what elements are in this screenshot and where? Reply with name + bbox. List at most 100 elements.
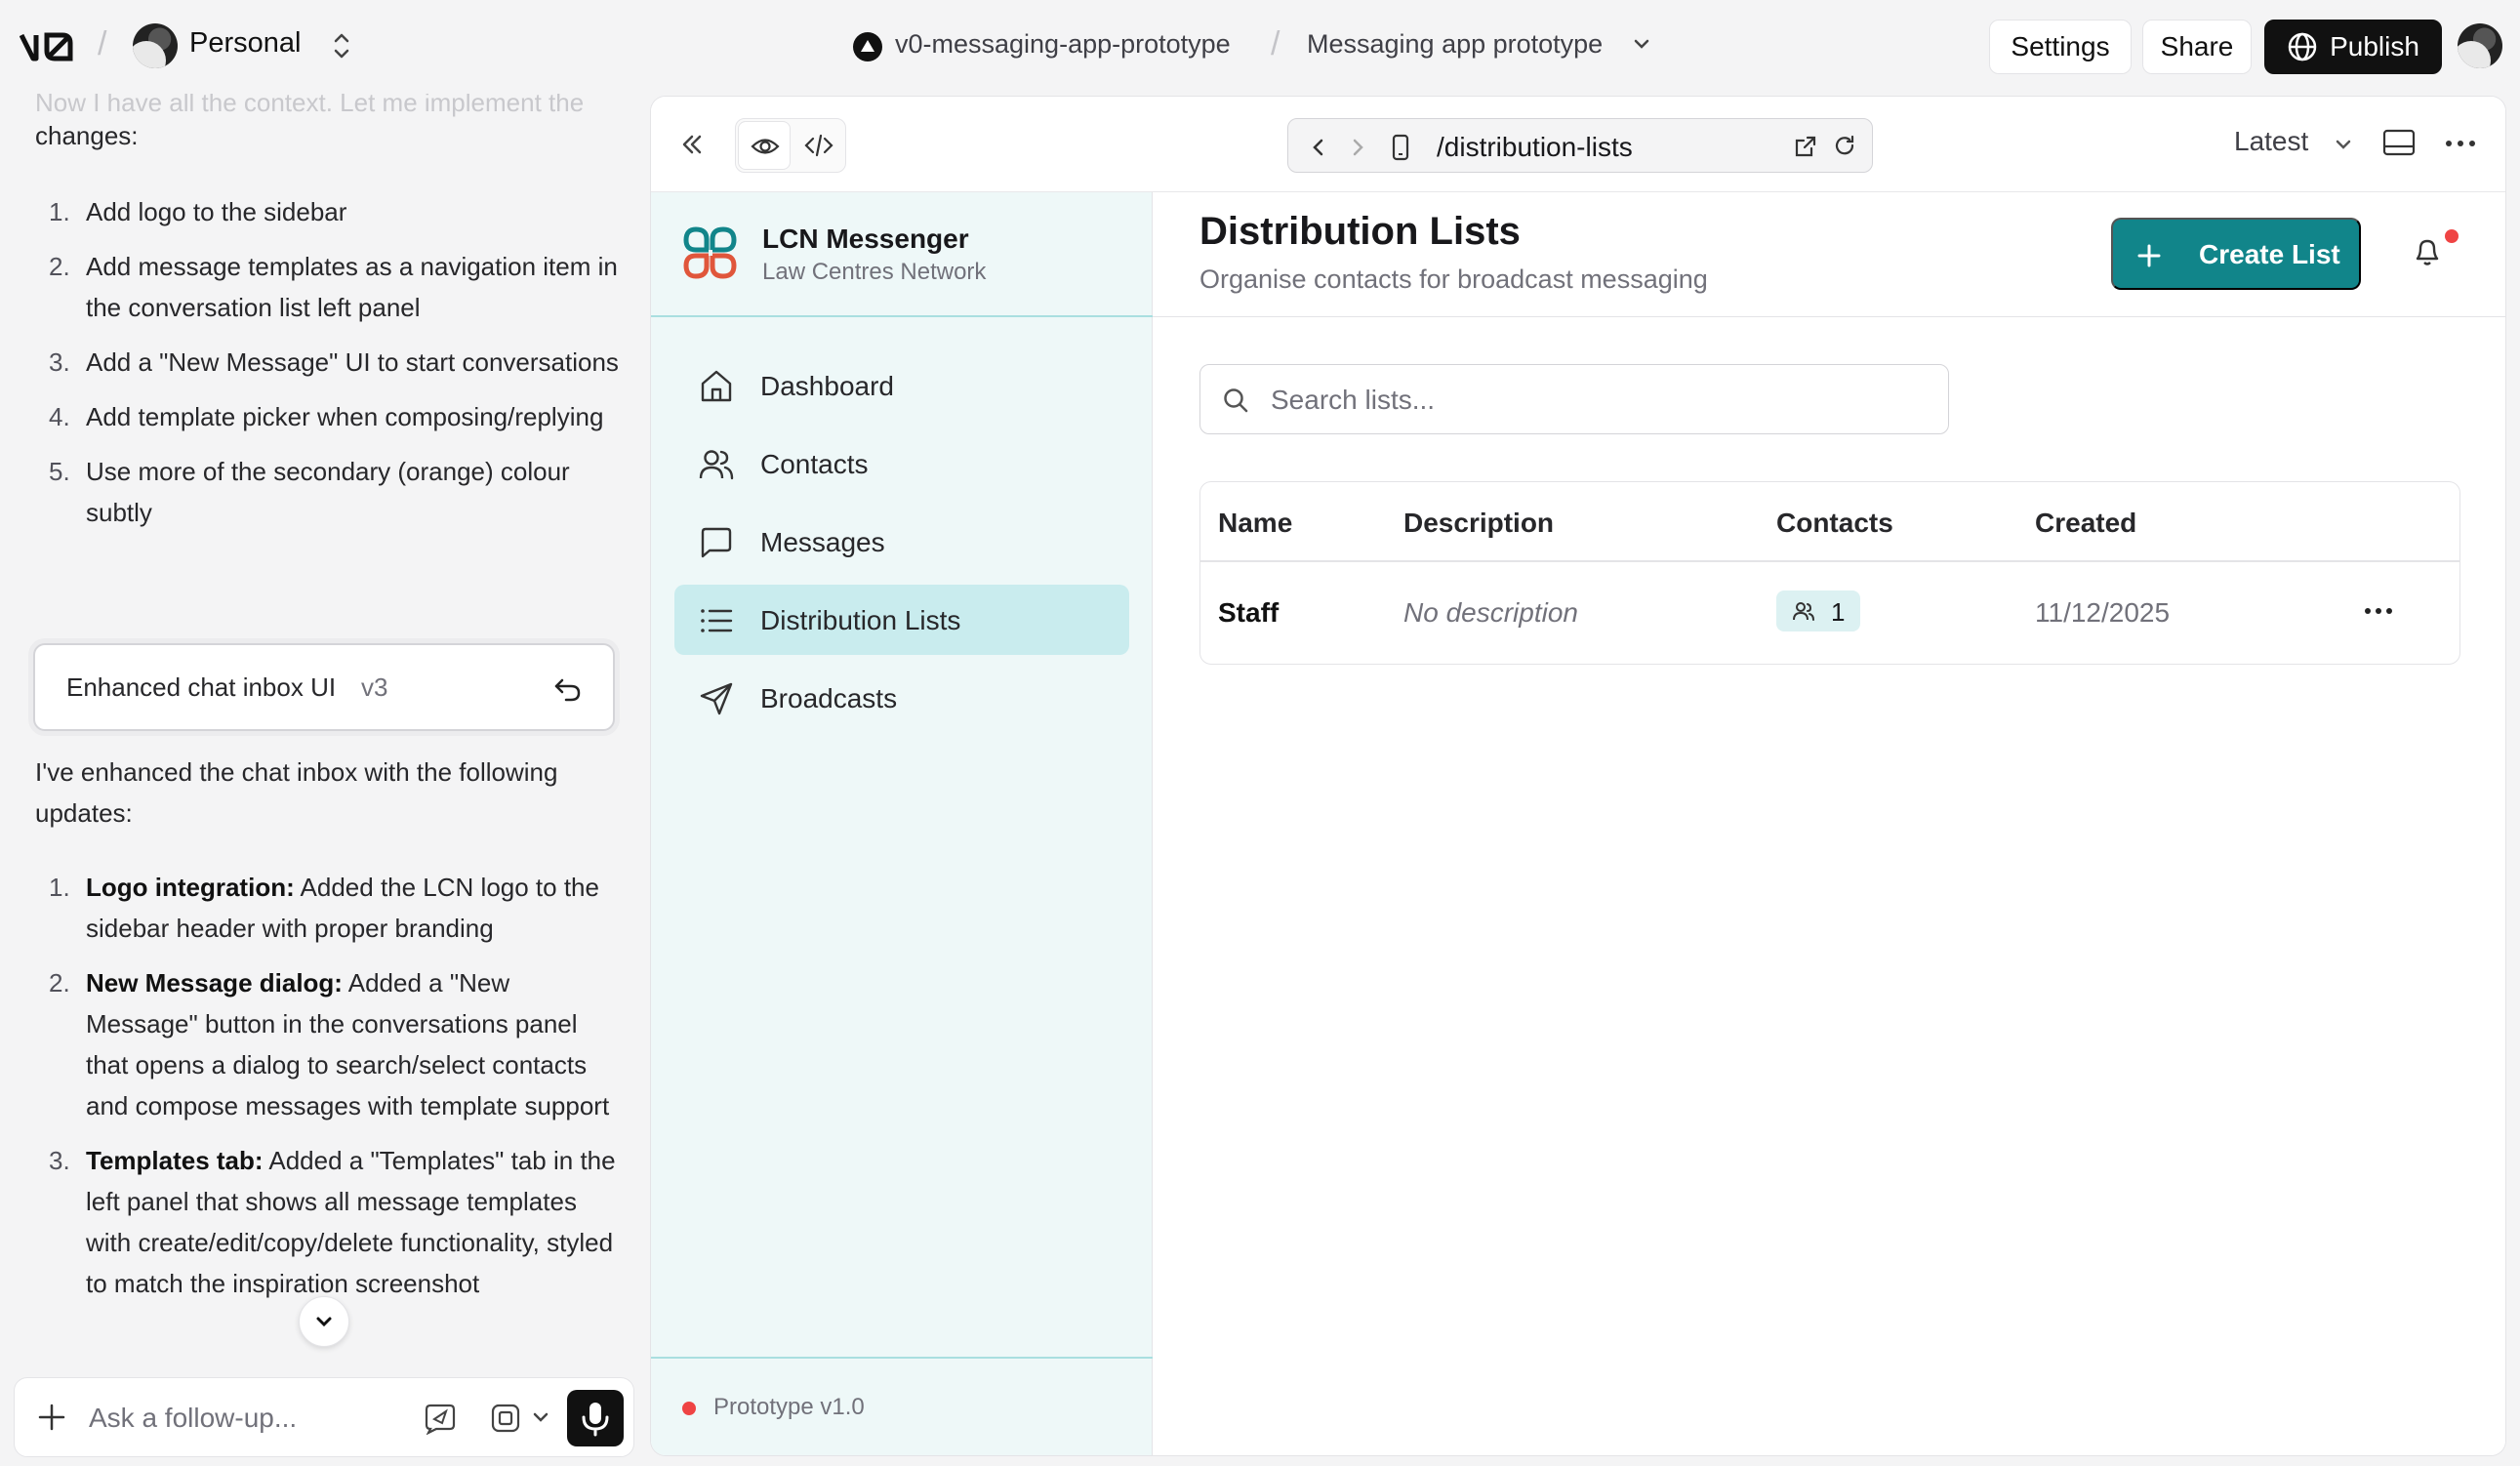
list-item: 5. Use more of the secondary (orange) col… xyxy=(49,457,570,527)
globe-icon xyxy=(2288,32,2317,61)
contacts-count: 1 xyxy=(1831,597,1846,627)
plus-icon[interactable] xyxy=(36,1402,67,1433)
list-icon xyxy=(701,609,733,632)
nav-label: Contacts xyxy=(760,449,869,479)
version-number: v3 xyxy=(361,672,388,702)
version-card[interactable]: Enhanced chat inbox UI v3 xyxy=(33,643,615,731)
create-list-label: Create List xyxy=(2199,239,2340,269)
code-tab[interactable] xyxy=(793,121,843,170)
voice-input-button[interactable] xyxy=(567,1390,624,1446)
app-subtitle: Law Centres Network xyxy=(762,259,987,285)
preview-toolbar: /distribution-lists Latest xyxy=(651,97,2505,192)
chevron-down-icon[interactable] xyxy=(2334,138,2353,151)
user-avatar[interactable] xyxy=(2458,23,2502,68)
message-square-icon xyxy=(701,527,732,558)
chevron-down-icon xyxy=(316,1317,332,1327)
list-item: 3. Templates tab: Added a "Templates" tab… xyxy=(49,1146,616,1298)
panel-layout-icon[interactable] xyxy=(2382,128,2416,157)
preview-frame: /distribution-lists Latest LCN Messenger… xyxy=(650,96,2506,1456)
search-icon xyxy=(1224,388,1248,413)
mobile-device-icon[interactable] xyxy=(1390,134,1411,161)
chat-title[interactable]: Messaging app prototype xyxy=(1307,29,1603,60)
project-name[interactable]: v0-messaging-app-prototype xyxy=(895,29,1231,60)
message-text: I've enhanced the chat inbox with the fo… xyxy=(35,757,558,828)
app-sidebar-header: LCN Messenger Law Centres Network xyxy=(651,192,1153,317)
composer-placeholder[interactable]: Ask a follow-up... xyxy=(89,1403,297,1434)
notification-badge xyxy=(2445,229,2459,243)
url-path[interactable]: /distribution-lists xyxy=(1437,132,1633,163)
code-icon xyxy=(804,134,833,157)
top-bar: / Personal v0-messaging-app-prototype / … xyxy=(0,0,2520,94)
view-toggle xyxy=(735,118,846,173)
app-main: Distribution Lists Organise contacts for… xyxy=(1153,192,2505,1455)
chevron-up-down-icon[interactable] xyxy=(330,29,353,62)
cell-name[interactable]: Staff xyxy=(1218,597,1279,629)
more-horizontal-icon[interactable] xyxy=(2445,140,2476,147)
external-link-icon[interactable] xyxy=(1794,135,1817,158)
list-item: 4. Add template picker when composing/rep… xyxy=(49,402,604,431)
team-name[interactable]: Personal xyxy=(189,27,301,60)
cell-created: 11/12/2025 xyxy=(2035,597,2171,628)
distribution-lists-table: Name Description Contacts Created Staff … xyxy=(1199,481,2460,665)
follow-up-composer[interactable]: Ask a follow-up... xyxy=(14,1377,634,1457)
more-horizontal-icon[interactable] xyxy=(2364,607,2393,615)
page-subtitle: Organise contacts for broadcast messagin… xyxy=(1199,265,1708,294)
v0-logo-icon[interactable] xyxy=(20,29,76,64)
chat-panel: Now I have all the context. Let me imple… xyxy=(0,94,650,1466)
version-select[interactable]: Latest xyxy=(2234,126,2308,157)
nav-item-dashboard[interactable]: Dashboard xyxy=(674,350,1129,421)
chevron-down-icon[interactable] xyxy=(1632,37,1651,51)
version-title: Enhanced chat inbox UI xyxy=(66,672,337,702)
column-header-created[interactable]: Created xyxy=(2035,508,2136,539)
list-item: 3. Add a "New Message" UI to start conver… xyxy=(49,347,619,377)
microphone-icon xyxy=(582,1403,609,1437)
send-to-design-icon[interactable] xyxy=(423,1402,458,1435)
forward-arrow-icon[interactable] xyxy=(1349,137,1366,158)
app-sidebar: LCN Messenger Law Centres Network Dashbo… xyxy=(651,192,1153,1455)
search-lists-input[interactable]: Search lists... xyxy=(1199,364,1949,434)
nav-label: Distribution Lists xyxy=(760,605,961,635)
list-item: 1. Logo integration: Added the LCN logo t… xyxy=(49,873,599,943)
share-button[interactable]: Share xyxy=(2142,20,2252,74)
context-icon[interactable] xyxy=(489,1402,522,1435)
scroll-to-bottom-button[interactable] xyxy=(299,1296,349,1347)
column-header-description[interactable]: Description xyxy=(1403,508,1554,539)
eye-icon xyxy=(751,139,780,154)
page-header: Distribution Lists Organise contacts for… xyxy=(1153,192,2505,317)
back-arrow-icon[interactable] xyxy=(1310,137,1327,158)
search-placeholder[interactable]: Search lists... xyxy=(1271,385,1435,416)
nav-item-distribution-lists[interactable]: Distribution Lists xyxy=(674,585,1129,655)
nav-item-messages[interactable]: Messages xyxy=(674,507,1129,577)
plan-list: 1. Add logo to the sidebar 2. Add message … xyxy=(35,191,621,547)
app-sidebar-footer: Prototype v1.0 xyxy=(651,1357,1153,1455)
url-bar[interactable]: /distribution-lists xyxy=(1287,118,1873,173)
undo-icon[interactable] xyxy=(552,672,584,704)
status-dot xyxy=(682,1402,696,1415)
list-item: 2. Add message templates as a navigation … xyxy=(49,252,618,322)
team-avatar[interactable] xyxy=(133,23,178,68)
collapse-left-icon[interactable] xyxy=(678,132,706,157)
chevron-down-icon[interactable] xyxy=(532,1411,549,1423)
cell-description: No description xyxy=(1403,597,1578,628)
nav-item-broadcasts[interactable]: Broadcasts xyxy=(674,663,1129,733)
updates-list: 1. Logo integration: Added the LCN logo t… xyxy=(35,867,621,1318)
create-list-button[interactable]: Create List xyxy=(2111,218,2361,290)
preview-tab[interactable] xyxy=(738,121,791,170)
refresh-icon[interactable] xyxy=(1833,134,1856,157)
list-item: 1. Add logo to the sidebar xyxy=(49,197,347,226)
home-icon xyxy=(701,370,732,402)
prototype-version: Prototype v1.0 xyxy=(713,1394,865,1420)
vercel-project-icon xyxy=(853,32,882,61)
settings-button[interactable]: Settings xyxy=(1989,20,2132,74)
column-header-name[interactable]: Name xyxy=(1218,508,1292,539)
plus-icon xyxy=(2137,244,2161,267)
row-divider xyxy=(1200,560,2459,562)
bell-icon[interactable] xyxy=(2412,235,2443,268)
publish-button[interactable]: Publish xyxy=(2264,20,2442,74)
column-header-contacts[interactable]: Contacts xyxy=(1776,508,1893,539)
nav-item-contacts[interactable]: Contacts xyxy=(674,428,1129,499)
app-name: LCN Messenger xyxy=(762,224,969,254)
message-text: changes: xyxy=(35,121,139,150)
list-item: 2. New Message dialog: Added a "New Messa… xyxy=(49,968,610,1120)
lcn-logo-icon xyxy=(683,226,737,279)
